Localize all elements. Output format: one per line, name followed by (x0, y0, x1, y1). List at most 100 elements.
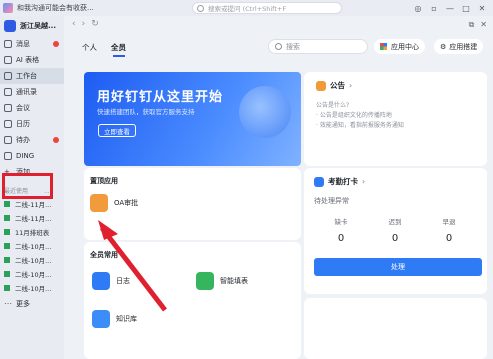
sidebar-item-label: 待办 (16, 136, 30, 144)
group-icon (4, 229, 10, 235)
sidebar-item-label: DING (16, 152, 35, 160)
sidebar-item-label: AI 表格 (16, 56, 40, 64)
share-icon[interactable]: ⧉ (469, 20, 475, 30)
back-icon[interactable]: ‹ (72, 19, 76, 29)
app-smart-form[interactable]: 智能填表 (196, 272, 248, 290)
group-icon (4, 243, 10, 249)
search-icon (197, 4, 204, 12)
forward-icon[interactable]: › (82, 19, 86, 29)
app-oa-approval[interactable]: OA审批 (90, 194, 138, 212)
app-daily-log[interactable]: 日志 (92, 272, 130, 290)
app-center-button[interactable]: 应用中心 (374, 39, 425, 54)
ding-icon (4, 152, 12, 160)
highlight-box (2, 173, 53, 199)
pinned-title: 置顶应用 (90, 177, 118, 185)
chevron-right-icon: › (349, 81, 353, 90)
banner-subtitle: 快速搭建团队，获取官方服务支持 (97, 108, 195, 116)
log-icon (92, 272, 110, 290)
sidebar-item-label: 消息 (16, 40, 30, 48)
list-item[interactable]: 二线-11月... (0, 211, 64, 225)
view-now-button[interactable]: 立即查看 (98, 124, 136, 137)
app-knowledge-base[interactable]: 知识库 (92, 310, 137, 328)
todo-icon (4, 136, 12, 144)
refresh-icon[interactable]: ↻ (91, 19, 99, 29)
sidebar-item-calendar[interactable]: 日历 (0, 116, 64, 132)
maximize-icon[interactable]: □ (459, 1, 473, 15)
common-title: 全员常用 (90, 251, 118, 259)
org-switcher[interactable]: 浙江吴越... (0, 16, 64, 36)
sidebar-item-label: 通讯录 (16, 88, 37, 96)
close-icon[interactable]: ✕ (475, 1, 489, 15)
tab-personal[interactable]: 个人 (82, 42, 97, 57)
notice-title: 公告 › (316, 80, 352, 91)
message-icon (4, 40, 12, 48)
form-icon (196, 272, 214, 290)
more-button[interactable]: ⋯ 更多 (0, 297, 64, 311)
group-icon (4, 285, 10, 291)
stat-late[interactable]: 迟到 0 (366, 216, 424, 244)
notice-line: · 公告是组织文化的传播阵地 (316, 112, 392, 119)
sidebar-item-label: 会议 (16, 104, 30, 112)
empty-card (304, 298, 487, 359)
sidebar-item-messages[interactable]: 消息 (0, 36, 64, 52)
app-build-button[interactable]: ⚙ 应用搭建 (434, 39, 484, 54)
list-item[interactable]: 二线-10月... (0, 267, 64, 281)
common-apps-card: 全员常用 日志 智能填表 知识库 (84, 242, 301, 359)
banner-title: 用好钉钉从这里开始 (97, 90, 224, 105)
global-search-placeholder: 搜索或提问 (Ctrl+Shift+F (208, 5, 287, 13)
list-item[interactable]: 二线-10月... (0, 239, 64, 253)
sidebar-item-meeting[interactable]: 会议 (0, 100, 64, 116)
sidebar-item-todo[interactable]: 待办 (0, 132, 64, 148)
search-icon (275, 43, 282, 50)
more-icon: ⋯ (4, 299, 12, 308)
notice-icon (316, 80, 326, 91)
ai-table-icon (4, 56, 12, 64)
list-item[interactable]: 11月排班表 (0, 225, 64, 239)
calendar-icon (4, 120, 12, 128)
attendance-title[interactable]: 考勤打卡 › (314, 176, 365, 187)
list-item[interactable]: 二线-10月... (0, 281, 64, 295)
scope-tabs: 个人 全员 (82, 42, 126, 57)
todo-badge (53, 137, 59, 143)
workbench-icon (4, 72, 12, 80)
workbench-main: ‹ › ↻ ⧉ ✕ 个人 全员 搜索 应用中心 ⚙ 应用搭建 用好钉钉从这里开始… (64, 16, 493, 359)
chevron-right-icon: › (362, 177, 366, 186)
group-icon (4, 215, 10, 221)
settings-icon[interactable]: ◎ (411, 1, 425, 15)
welcome-banner[interactable]: 用好钉钉从这里开始 快速搭建团队，获取官方服务支持 立即查看 (84, 72, 301, 166)
window-title: 和我沟通可能会有收获... (17, 4, 94, 12)
minimize-icon[interactable]: — (443, 1, 457, 15)
global-search-input[interactable]: 搜索或提问 (Ctrl+Shift+F (192, 2, 342, 14)
contacts-icon (4, 88, 12, 96)
group-icon (4, 271, 10, 277)
attendance-card: 考勤打卡 › 待处理异常 缺卡 0 迟到 0 早退 0 处理 (304, 168, 487, 294)
build-icon: ⚙ (440, 42, 447, 51)
sidebar-item-label: 日历 (16, 120, 30, 128)
stat-early-leave[interactable]: 早退 0 (420, 216, 478, 244)
title-bar: 和我沟通可能会有收获... 搜索或提问 (Ctrl+Shift+F ◎ ▫ — … (0, 0, 493, 16)
pin-icon[interactable]: ▫ (427, 1, 441, 15)
tab-all-staff[interactable]: 全员 (111, 42, 126, 57)
sidebar-item-workbench[interactable]: 工作台 (0, 68, 64, 84)
notice-line: 公告是什么? (316, 102, 350, 109)
app-grid-icon (380, 43, 387, 50)
clock-in-icon (314, 176, 324, 187)
sidebar-item-label: 工作台 (16, 72, 37, 80)
notice-card[interactable]: 公告 › 公告是什么? · 公告是组织文化的传播阵地 · 效能通知，看指前报服务… (304, 72, 487, 166)
list-item[interactable]: 二线-11月... (0, 197, 64, 211)
stat-missing[interactable]: 缺卡 0 (312, 216, 370, 244)
org-name: 浙江吴越... (20, 22, 56, 30)
knowledge-icon (92, 310, 110, 328)
list-item[interactable]: 二线-10月... (0, 253, 64, 267)
sidebar-item-ai-table[interactable]: AI 表格 (0, 52, 64, 68)
notice-line: · 效能通知，看指前报服务务通知 (316, 122, 404, 129)
sidebar-item-contacts[interactable]: 通讯录 (0, 84, 64, 100)
unread-badge (53, 41, 59, 47)
sidebar-item-ding[interactable]: DING (0, 148, 64, 164)
app-logo (3, 3, 13, 13)
workbench-search-input[interactable]: 搜索 (268, 39, 368, 54)
search-placeholder: 搜索 (286, 42, 300, 51)
process-button[interactable]: 处理 (314, 258, 482, 276)
close-tab-icon[interactable]: ✕ (480, 20, 487, 30)
group-icon (4, 257, 10, 263)
